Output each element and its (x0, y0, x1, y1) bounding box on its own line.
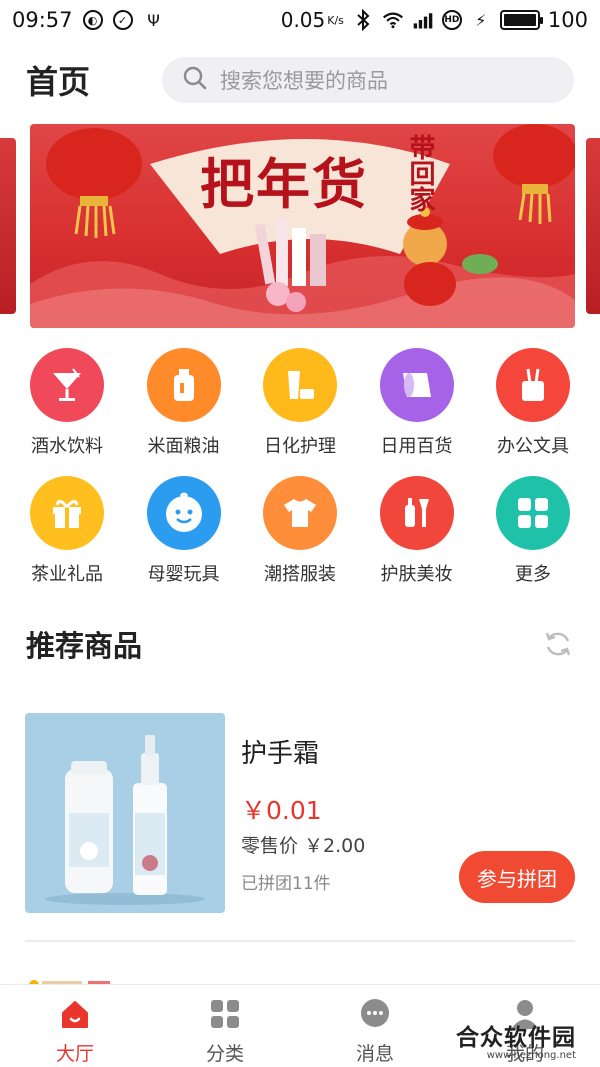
cocktail-icon (30, 348, 104, 422)
group-count: 已拼团11件 (241, 874, 331, 894)
banner-headline: 把年货 (200, 152, 368, 216)
banner-tagline: 带回家 (405, 134, 435, 212)
product-name: 护手霜 (241, 739, 320, 769)
status-left: 09:57 ◐ ✓ Ψ (12, 8, 165, 32)
gift-icon (30, 476, 104, 550)
nav-label: 消息 (355, 1043, 394, 1065)
oil-bottle-icon (146, 348, 221, 422)
section-title: 推荐商品 (26, 629, 143, 663)
divider (25, 940, 575, 942)
product-price: ￥0.01 (241, 796, 322, 825)
watermark-main: 合众软件园 (456, 1025, 576, 1051)
header: 首页 搜索您想要的商品 (0, 52, 600, 108)
network-speed: 0.05 (280, 8, 326, 32)
status-right: 0.05 K/s HD ⚡ 100 (281, 8, 588, 32)
cosmetics-icon (263, 348, 337, 422)
nav-messages[interactable]: 消息 (300, 985, 450, 1067)
home-icon (58, 997, 92, 1031)
join-group-button[interactable]: 参与拼团 (459, 851, 575, 903)
category-item-stationery[interactable]: 办公文具 (484, 348, 582, 458)
nav-category[interactable]: 分类 (150, 985, 300, 1067)
hd-icon: HD (441, 10, 462, 30)
page-title: 首页 (26, 63, 91, 101)
refresh-icon[interactable] (542, 628, 574, 660)
watermark: 合众软件园 www.hezhong.net (456, 1018, 576, 1061)
category-item-fashion[interactable]: 潮搭服装 (251, 476, 349, 586)
banner-prev-peek[interactable] (0, 138, 16, 314)
signal-4g-icon (412, 9, 434, 31)
wifi-icon (382, 9, 404, 31)
check-circle-icon: ✓ (112, 10, 133, 30)
search-placeholder: 搜索您想要的商品 (220, 69, 388, 93)
recommend-header: 推荐商品 (26, 622, 574, 666)
message-icon (358, 997, 392, 1031)
category-label: 日用百货 (380, 436, 453, 457)
retail-label: 零售价 (241, 835, 299, 857)
category-row: 茶业礼品 母婴玩具 潮搭服装 护肤美妆 更多 (0, 476, 600, 586)
charging-icon: ⚡ (475, 10, 487, 30)
baby-face-icon (146, 476, 221, 550)
banner-carousel[interactable]: 把年货 带回家 (0, 124, 600, 328)
usb-icon: Ψ (147, 10, 160, 30)
category-label: 潮搭服装 (264, 564, 336, 585)
category-label: 米面粮油 (147, 436, 220, 457)
category-item-daily-care[interactable]: 日化护理 (251, 348, 349, 458)
status-bar: 09:57 ◐ ✓ Ψ 0.05 K/s HD ⚡ 100 (0, 0, 600, 40)
stationery-icon (496, 348, 570, 422)
retail-price: ￥2.00 (304, 835, 366, 857)
category-item-grain-oil[interactable]: 米面粮油 (135, 348, 233, 458)
category-row: 酒水饮料 米面粮油 日化护理 日用百货 办公文具 (0, 348, 600, 458)
nav-hall[interactable]: 大厅 (0, 985, 150, 1067)
category-item-skincare[interactable]: 护肤美妆 (368, 476, 466, 586)
product-image[interactable] (25, 713, 225, 913)
status-time: 09:57 (12, 8, 73, 32)
category-label: 更多 (515, 564, 551, 585)
category-item-drinks[interactable]: 酒水饮料 (18, 348, 116, 458)
bluetooth-icon (352, 9, 374, 31)
category-item-more[interactable]: 更多 (484, 476, 582, 586)
battery-level: 100 (547, 8, 588, 32)
category-label: 母婴玩具 (147, 564, 220, 585)
nav-label: 分类 (205, 1043, 244, 1065)
category-label: 护肤美妆 (380, 564, 453, 585)
product-card[interactable]: 护手霜 ￥0.01 零售价 ￥2.00 已拼团11件 参与拼团 (25, 713, 575, 913)
category-grid-icon (208, 997, 242, 1031)
category-item-tea-gifts[interactable]: 茶业礼品 (18, 476, 116, 586)
search-icon (182, 65, 208, 95)
retail-price-line: 零售价 ￥2.00 (241, 831, 365, 858)
category-label: 酒水饮料 (31, 436, 103, 457)
network-unit: K/s (327, 13, 344, 27)
sync-icon: ◐ (82, 10, 103, 30)
category-grid: 酒水饮料 米面粮油 日化护理 日用百货 办公文具 茶业礼品 母婴玩具 潮搭服装 … (0, 348, 600, 604)
search-input[interactable]: 搜索您想要的商品 (162, 57, 574, 103)
category-item-baby-toys[interactable]: 母婴玩具 (135, 476, 233, 586)
battery-icon (499, 10, 543, 30)
nav-label: 大厅 (55, 1043, 94, 1065)
category-label: 茶业礼品 (31, 564, 103, 585)
category-item-household[interactable]: 日用百货 (368, 348, 466, 458)
tissue-roll-icon (379, 348, 454, 422)
banner-slide[interactable]: 把年货 带回家 (30, 124, 575, 328)
category-label: 日化护理 (264, 436, 336, 457)
grid-more-icon (496, 476, 570, 550)
category-label: 办公文具 (497, 436, 569, 457)
skincare-icon (379, 476, 454, 550)
banner-next-peek[interactable] (586, 138, 600, 314)
tshirt-icon (263, 476, 337, 550)
